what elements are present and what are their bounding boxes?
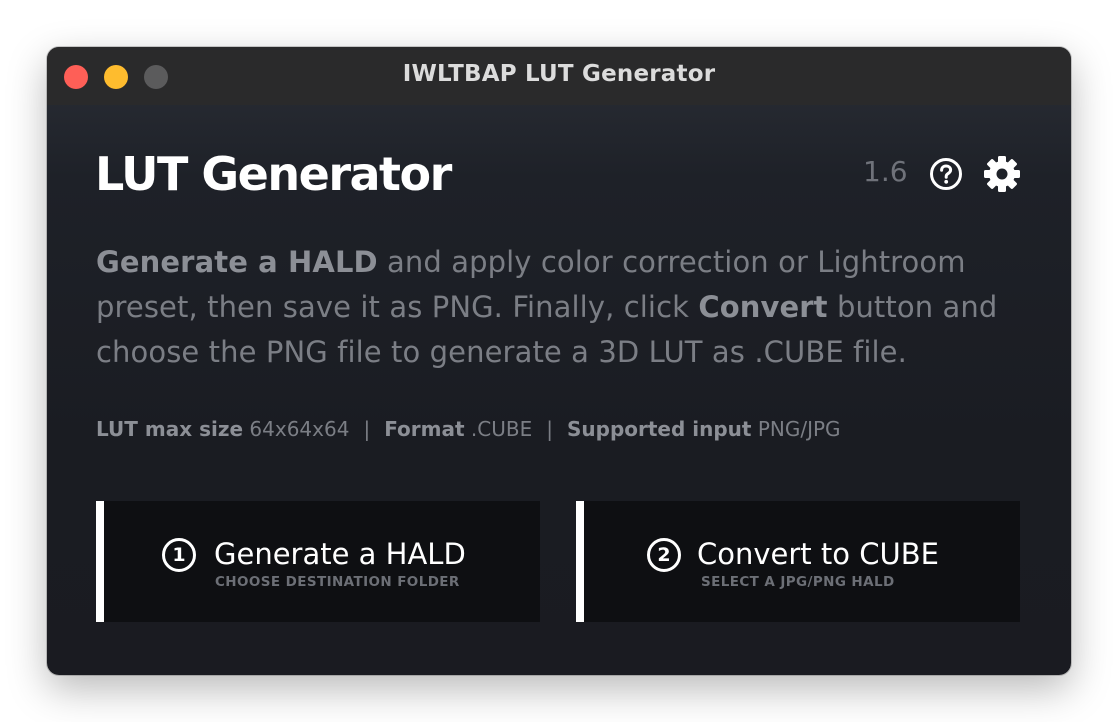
supported-input-label: Supported input [566, 417, 752, 441]
convert-to-cube-label: Convert to CUBE [697, 537, 939, 571]
supported-input-value: PNG/JPG [757, 417, 841, 441]
generate-hald-sublabel: CHOOSE DESTINATION FOLDER [215, 574, 460, 590]
gear-icon[interactable] [982, 154, 1022, 194]
step-number-1: 1 [162, 538, 196, 572]
specs-separator: | [363, 417, 371, 441]
accent-bar [576, 501, 584, 622]
format-value: .CUBE [470, 417, 533, 441]
generate-hald-label: Generate a HALD [214, 537, 466, 571]
specs-line: LUT max size 64x64x64 | Format .CUBE | Suppo… [96, 415, 841, 443]
lut-max-size-value: 64x64x64 [249, 417, 350, 441]
lut-max-size-label: LUT max size [96, 417, 244, 441]
instructions-bold-generate: Generate a HALD [96, 245, 378, 279]
instructions-text: Generate a HALD and apply color correcti… [96, 240, 1046, 375]
format-label: Format [384, 417, 465, 441]
window-title: IWLTBAP LUT Generator [402, 61, 716, 87]
page-title: LUT Generator [95, 147, 452, 201]
convert-to-cube-sublabel: SELECT A JPG/PNG HALD [701, 574, 895, 590]
specs-separator: | [546, 417, 553, 441]
convert-to-cube-button[interactable]: 2 Convert to CUBE SELECT A JPG/PNG HALD [576, 501, 1020, 622]
version-label: 1.6 [863, 155, 908, 188]
accent-bar [96, 501, 104, 622]
app-window: IWLTBAP LUT Generator LUT Generator 1.6 … [47, 47, 1071, 675]
help-circle-icon[interactable] [929, 157, 963, 191]
generate-hald-button[interactable]: 1 Generate a HALD CHOOSE DESTINATION FOL… [96, 501, 540, 622]
title-bar[interactable]: IWLTBAP LUT Generator [47, 47, 1071, 105]
instructions-bold-convert: Convert [698, 290, 828, 324]
step-number-2: 2 [647, 538, 681, 572]
